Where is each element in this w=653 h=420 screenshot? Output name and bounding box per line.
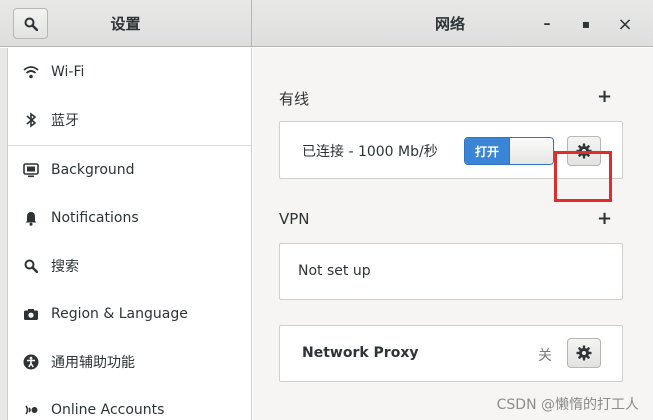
sidebar-item-label: Wi-Fi	[51, 64, 85, 80]
plus-icon: +	[597, 208, 613, 229]
wifi-icon	[22, 63, 40, 81]
close-button[interactable]: ×	[614, 13, 636, 35]
toggle-on-label: 打开	[465, 138, 509, 164]
maximize-button[interactable]: ▪	[575, 13, 597, 35]
proxy-settings-button[interactable]	[567, 338, 601, 368]
header-left: 设置	[0, 0, 252, 47]
vpn-status: Not set up	[298, 263, 371, 279]
search-icon	[22, 257, 40, 275]
sidebar-item-background[interactable]: Background	[8, 146, 251, 194]
minimize-icon: –	[543, 16, 551, 32]
minimize-button[interactable]: –	[536, 13, 558, 35]
sidebar-item-label: Background	[51, 162, 135, 178]
sidebar-item-notifications[interactable]: Notifications	[8, 194, 251, 242]
toggle-knob	[509, 138, 553, 164]
sidebar-item-label: 通用辅助功能	[51, 355, 135, 371]
network-proxy-row[interactable]: Network Proxy 关	[279, 325, 623, 382]
sidebar-item-search[interactable]: 搜索	[8, 242, 251, 290]
vpn-row: Not set up	[279, 243, 623, 300]
network-proxy-label: Network Proxy	[302, 345, 419, 361]
sidebar-item-region-language[interactable]: Region & Language	[8, 290, 251, 338]
bell-icon	[22, 209, 40, 227]
monitor-icon	[22, 161, 40, 179]
add-wired-button[interactable]: +	[597, 86, 612, 107]
settings-title: 设置	[110, 15, 141, 33]
sidebar-item-accessibility[interactable]: 通用辅助功能	[8, 338, 251, 386]
accessibility-icon	[22, 353, 40, 371]
sidebar: Wi-Fi 蓝牙 Background Notifications 搜索 Reg…	[8, 48, 252, 420]
wired-toggle-switch[interactable]: 打开	[464, 137, 554, 165]
sidebar-item-label: Region & Language	[51, 306, 188, 322]
maximize-icon: ▪	[581, 17, 591, 31]
window-edge	[0, 48, 8, 420]
sidebar-item-wifi[interactable]: Wi-Fi	[8, 48, 251, 96]
online-accounts-icon	[22, 401, 40, 419]
page-title: 网络	[434, 15, 465, 33]
sidebar-item-label: Online Accounts	[51, 402, 165, 418]
watermark: CSDN @懒惰的打工人	[496, 397, 639, 413]
wired-section-title: 有线	[279, 90, 310, 108]
vpn-section-title: VPN	[279, 210, 310, 228]
sidebar-item-label: 搜索	[51, 259, 79, 275]
header-bar: 设置 网络 – ▪ ×	[0, 0, 653, 47]
bluetooth-icon	[22, 111, 40, 129]
gear-icon	[576, 345, 592, 361]
add-vpn-button[interactable]: +	[597, 208, 612, 229]
network-panel: 有线 + 已连接 - 1000 Mb/秒 打开 VPN + Not set up…	[253, 48, 653, 420]
plus-icon: +	[597, 86, 613, 107]
sidebar-item-label: Notifications	[51, 210, 139, 226]
close-icon: ×	[617, 13, 633, 35]
camera-icon	[22, 305, 40, 323]
highlight-box	[554, 151, 612, 202]
sidebar-item-label: 蓝牙	[51, 113, 79, 129]
sidebar-item-bluetooth[interactable]: 蓝牙	[8, 96, 251, 144]
wired-status: 已连接 - 1000 Mb/秒	[302, 144, 438, 160]
sidebar-item-online-accounts[interactable]: Online Accounts	[8, 386, 251, 420]
proxy-status: 关	[538, 348, 552, 364]
